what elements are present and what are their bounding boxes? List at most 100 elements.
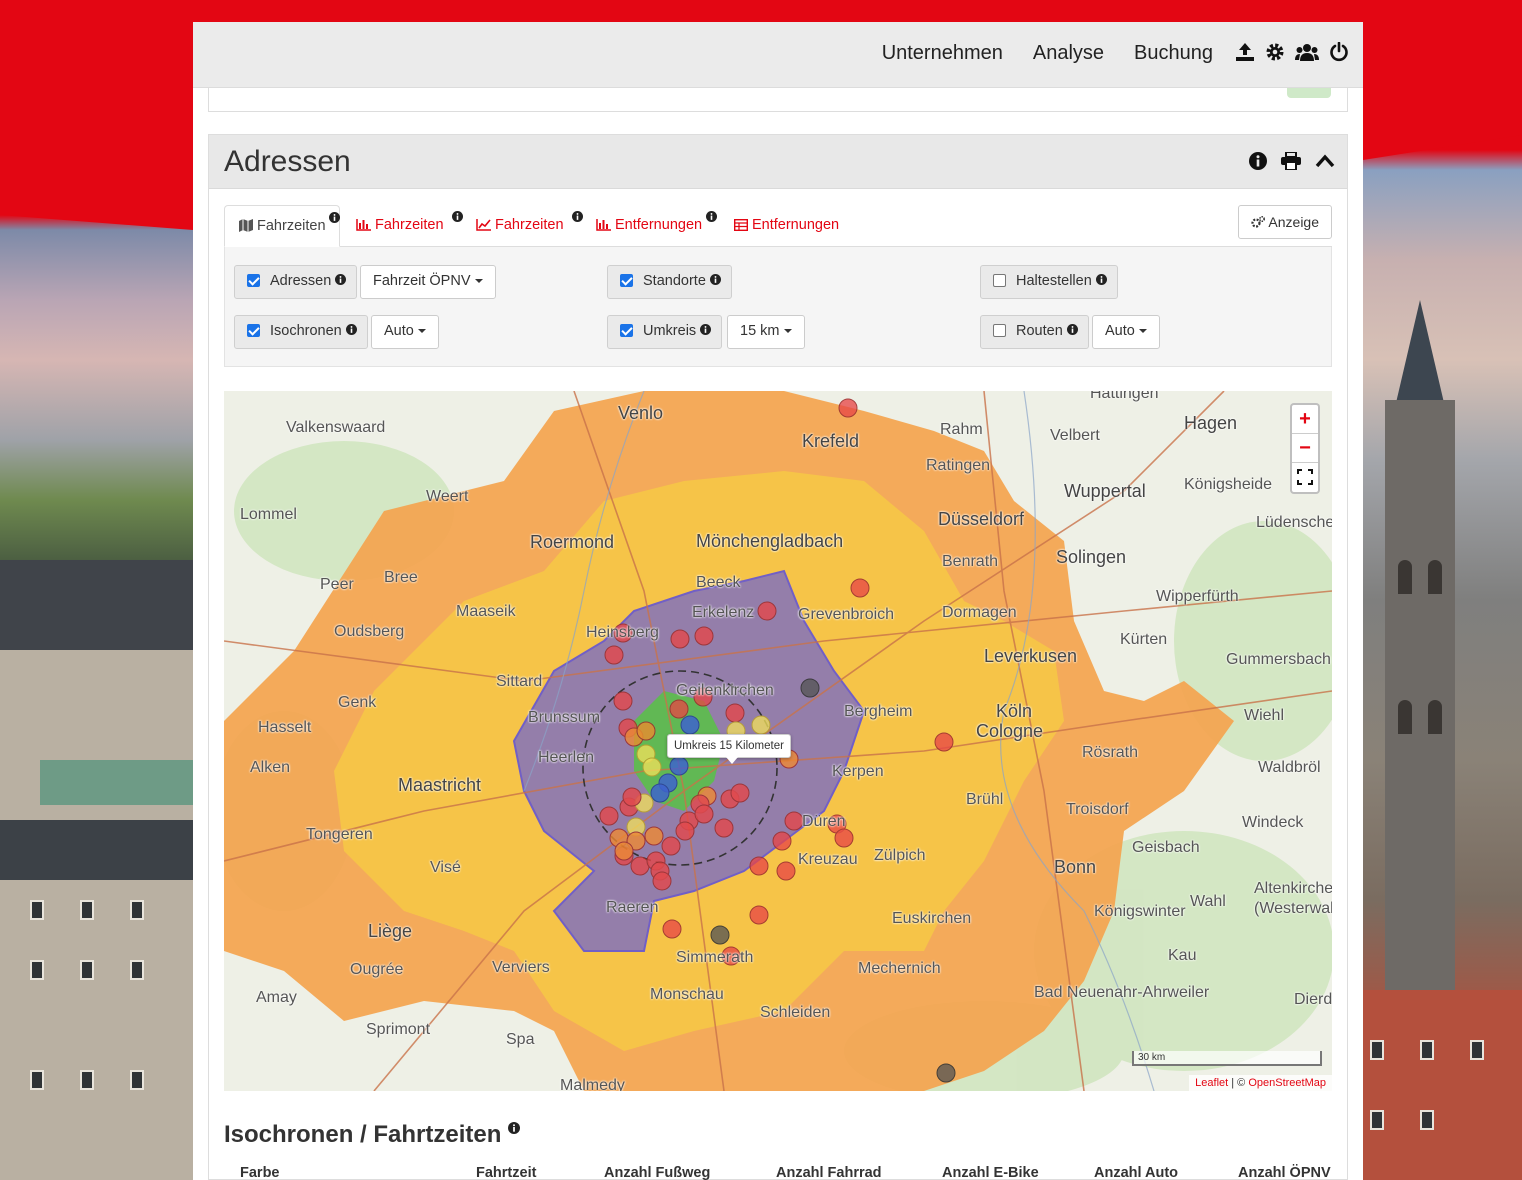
location-marker[interactable] (730, 783, 750, 803)
users-icon[interactable] (1295, 42, 1319, 62)
location-marker[interactable] (614, 841, 634, 861)
location-marker[interactable] (670, 629, 690, 649)
info-icon[interactable] (700, 323, 712, 339)
location-marker[interactable] (934, 732, 954, 752)
checkbox-haltestellen-box[interactable] (993, 274, 1006, 287)
select-umkreis-radius[interactable]: 15 km (727, 315, 805, 349)
location-marker[interactable] (694, 626, 714, 646)
tab-fahrzeiten-line[interactable]: Fahrzeiten (462, 205, 583, 247)
tab-entfernungen-bar[interactable]: Entfernungen (582, 205, 717, 247)
checkbox-umkreis-box[interactable] (620, 324, 633, 337)
location-marker[interactable] (622, 787, 642, 807)
info-icon[interactable] (1095, 273, 1107, 289)
location-marker[interactable] (636, 721, 656, 741)
zoom-in-button[interactable]: + (1292, 405, 1318, 434)
map-label: Benrath (942, 553, 999, 570)
location-marker[interactable] (669, 699, 689, 719)
location-marker[interactable] (710, 925, 730, 945)
location-marker[interactable] (675, 821, 695, 841)
location-marker[interactable] (850, 578, 870, 598)
power-icon[interactable] (1329, 42, 1349, 62)
location-marker[interactable] (661, 836, 681, 856)
location-marker[interactable] (669, 756, 689, 776)
tab-fahrzeiten-bar[interactable]: Fahrzeiten (342, 205, 463, 247)
checkbox-umkreis[interactable]: Umkreis (607, 315, 723, 349)
column-header[interactable]: Anzahl Fahrrad (776, 1165, 882, 1180)
location-marker[interactable] (776, 861, 796, 881)
column-header[interactable]: Fahrtzeit (476, 1165, 536, 1180)
tab-label: Entfernungen (615, 217, 703, 233)
location-marker[interactable] (650, 783, 670, 803)
background-window (30, 1070, 44, 1090)
location-marker[interactable] (644, 826, 664, 846)
location-marker[interactable] (751, 715, 771, 735)
checkbox-standorte[interactable]: Standorte (607, 265, 732, 299)
map-label: Alken (250, 759, 291, 776)
info-icon[interactable] (1249, 152, 1267, 175)
zoom-out-button[interactable]: − (1292, 434, 1318, 463)
checkbox-adressen[interactable]: Adressen (234, 265, 358, 299)
location-marker[interactable] (936, 1063, 956, 1083)
location-marker[interactable] (784, 811, 804, 831)
column-header[interactable]: Anzahl E-Bike (942, 1165, 1039, 1180)
info-icon[interactable] (335, 273, 347, 289)
location-marker[interactable] (838, 398, 858, 418)
chevron-up-icon[interactable] (1315, 154, 1335, 173)
zoom-control: + − (1290, 403, 1320, 494)
column-header[interactable]: Anzahl Fußweg (604, 1165, 710, 1180)
checkbox-isochronen-box[interactable] (247, 324, 260, 337)
location-marker[interactable] (800, 678, 820, 698)
previous-panel-button[interactable] (1287, 88, 1331, 98)
location-marker[interactable] (714, 818, 734, 838)
location-marker[interactable] (680, 715, 700, 735)
column-header[interactable]: Anzahl Auto (1094, 1165, 1178, 1180)
info-icon[interactable] (1066, 323, 1078, 339)
location-marker[interactable] (834, 828, 854, 848)
info-icon[interactable] (508, 1121, 521, 1148)
print-icon[interactable] (1281, 151, 1301, 175)
checkbox-isochronen[interactable]: Isochronen (234, 315, 368, 349)
location-marker[interactable] (613, 691, 633, 711)
checkbox-routen-box[interactable] (993, 324, 1006, 337)
osm-link[interactable]: OpenStreetMap (1248, 1077, 1326, 1089)
select-adressen-mode[interactable]: Fahrzeit ÖPNV (360, 265, 496, 299)
nav-link-analyse[interactable]: Analyse (1033, 42, 1104, 65)
select-routen-mode[interactable]: Auto (1092, 315, 1160, 349)
nav-link-buchung[interactable]: Buchung (1134, 42, 1213, 65)
location-marker[interactable] (772, 831, 792, 851)
location-marker[interactable] (599, 806, 619, 826)
checkbox-standorte-box[interactable] (620, 274, 633, 287)
leaflet-link[interactable]: Leaflet (1195, 1077, 1228, 1089)
map-label: Tongeren (306, 826, 373, 843)
checkbox-haltestellen[interactable]: Haltestellen (980, 265, 1118, 299)
map-view[interactable]: Venlo Krefeld Valkenswaard Weert Lommel … (224, 391, 1332, 1091)
select-isochronen-mode[interactable]: Auto (371, 315, 439, 349)
upload-icon[interactable] (1235, 42, 1255, 62)
nav-link-unternehmen[interactable]: Unternehmen (882, 42, 1003, 65)
checkbox-adressen-box[interactable] (247, 274, 260, 287)
info-icon[interactable] (706, 210, 717, 226)
fullscreen-button[interactable] (1292, 463, 1318, 492)
location-marker[interactable] (757, 601, 777, 621)
gear-icon[interactable] (1265, 42, 1285, 62)
info-icon[interactable] (345, 323, 357, 339)
checkbox-routen[interactable]: Routen (980, 315, 1089, 349)
tab-entfernungen-table[interactable]: Entfernungen (720, 205, 853, 247)
location-marker[interactable] (749, 905, 769, 925)
location-marker[interactable] (725, 703, 745, 723)
location-marker[interactable] (662, 919, 682, 939)
info-icon[interactable] (709, 273, 721, 289)
anzeige-button[interactable]: Anzeige (1238, 205, 1332, 239)
tab-fahrzeiten-map[interactable]: Fahrzeiten (224, 205, 340, 247)
location-marker[interactable] (749, 856, 769, 876)
location-marker[interactable] (642, 757, 662, 777)
info-icon[interactable] (329, 211, 340, 227)
column-header[interactable]: Anzahl ÖPNV (1238, 1165, 1331, 1180)
map-label: Kau (1168, 947, 1197, 964)
location-marker[interactable] (652, 871, 672, 891)
location-marker[interactable] (694, 804, 714, 824)
location-marker[interactable] (630, 856, 650, 876)
map-label: Köln (996, 701, 1033, 721)
column-header[interactable]: Farbe (240, 1165, 280, 1180)
location-marker[interactable] (604, 645, 624, 665)
